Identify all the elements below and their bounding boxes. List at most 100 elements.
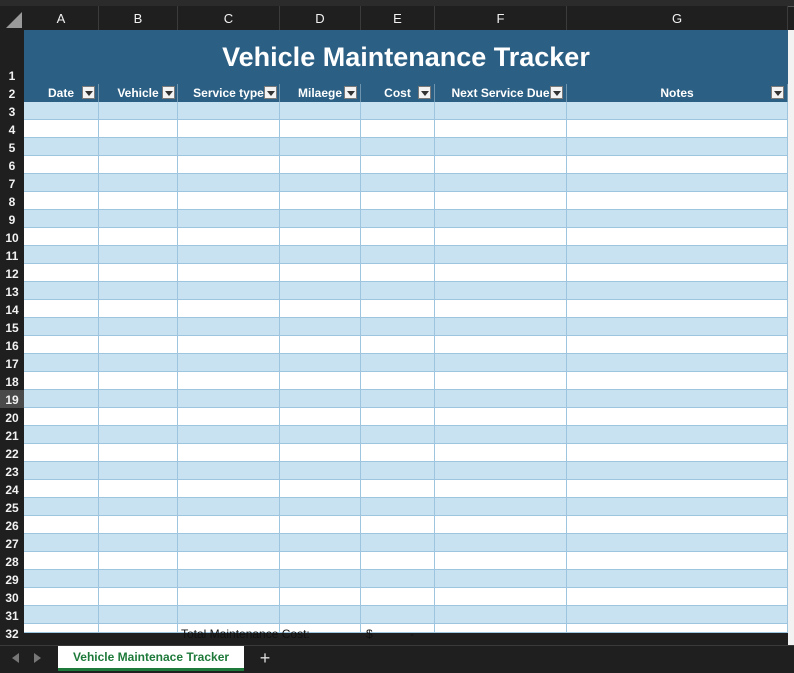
grid-cell[interactable]: [178, 588, 280, 606]
grid-cell[interactable]: [24, 606, 99, 624]
grid-cell[interactable]: [178, 210, 280, 228]
grid-cell[interactable]: [99, 174, 178, 192]
grid-cell[interactable]: [99, 282, 178, 300]
grid-cell[interactable]: [280, 354, 361, 372]
grid-cell[interactable]: [178, 444, 280, 462]
grid-cell[interactable]: [435, 480, 567, 498]
grid-cell[interactable]: [567, 282, 788, 300]
grid-cell[interactable]: [280, 480, 361, 498]
grid-cell[interactable]: [435, 534, 567, 552]
grid-cell[interactable]: [280, 192, 361, 210]
grid-cell[interactable]: [99, 210, 178, 228]
row-header[interactable]: 32: [0, 624, 24, 642]
grid-cell[interactable]: [361, 318, 435, 336]
grid-cell[interactable]: [567, 210, 788, 228]
grid-cell[interactable]: [99, 192, 178, 210]
grid-cell[interactable]: [435, 588, 567, 606]
grid-cell[interactable]: [435, 426, 567, 444]
grid-cell[interactable]: [24, 264, 99, 282]
grid-cell[interactable]: [361, 552, 435, 570]
grid-cell[interactable]: [567, 408, 788, 426]
row-header[interactable]: 24: [0, 480, 24, 498]
grid-cell[interactable]: [280, 498, 361, 516]
row-header[interactable]: 23: [0, 462, 24, 480]
grid-cell[interactable]: [361, 516, 435, 534]
grid-cell[interactable]: [99, 606, 178, 624]
grid-cell[interactable]: [435, 408, 567, 426]
grid-cell[interactable]: [24, 372, 99, 390]
grid-cell[interactable]: [435, 444, 567, 462]
scroll-left-icon[interactable]: [12, 653, 19, 663]
grid-cell[interactable]: [99, 534, 178, 552]
header-vehicle[interactable]: Vehicle: [99, 84, 178, 102]
grid-cell[interactable]: [361, 462, 435, 480]
grid-cell[interactable]: [99, 462, 178, 480]
filter-dropdown-icon[interactable]: [344, 86, 357, 99]
grid-cell[interactable]: [178, 282, 280, 300]
grid-cell[interactable]: [99, 120, 178, 138]
grid-cell[interactable]: [435, 354, 567, 372]
row-header[interactable]: 7: [0, 174, 24, 192]
grid-cell[interactable]: [435, 300, 567, 318]
grid-cell[interactable]: [178, 228, 280, 246]
grid-cell[interactable]: [280, 570, 361, 588]
row-header[interactable]: 17: [0, 354, 24, 372]
column-header-b[interactable]: B: [99, 6, 178, 30]
grid-cell[interactable]: [361, 408, 435, 426]
column-header-d[interactable]: D: [280, 6, 361, 30]
grid-cell[interactable]: [361, 300, 435, 318]
grid-cell[interactable]: [567, 462, 788, 480]
grid-cell[interactable]: [280, 138, 361, 156]
grid-cell[interactable]: [567, 138, 788, 156]
grid-cell[interactable]: [435, 102, 567, 120]
row-header[interactable]: 15: [0, 318, 24, 336]
grid-cell[interactable]: [99, 246, 178, 264]
filter-dropdown-icon[interactable]: [82, 86, 95, 99]
row-header[interactable]: 6: [0, 156, 24, 174]
grid-cell[interactable]: [567, 246, 788, 264]
grid-cell[interactable]: [24, 444, 99, 462]
grid-cell[interactable]: [280, 120, 361, 138]
header-mileage[interactable]: Milaege: [280, 84, 361, 102]
row-header[interactable]: 8: [0, 192, 24, 210]
grid-cell[interactable]: [178, 606, 280, 624]
column-header-a[interactable]: A: [24, 6, 99, 30]
grid-cell[interactable]: [435, 624, 567, 633]
grid-cell[interactable]: [361, 138, 435, 156]
grid-cell[interactable]: [435, 228, 567, 246]
grid-cell[interactable]: [178, 534, 280, 552]
row-header[interactable]: 1: [0, 30, 24, 84]
sheet-tab-active[interactable]: Vehicle Maintenace Tracker: [58, 646, 244, 671]
grid-cell[interactable]: [280, 300, 361, 318]
grid-cell[interactable]: [280, 174, 361, 192]
total-cost-label[interactable]: Total Maintenance Cost:: [181, 627, 310, 641]
row-header[interactable]: 31: [0, 606, 24, 624]
row-header[interactable]: 11: [0, 246, 24, 264]
grid-cell[interactable]: [361, 354, 435, 372]
grid-cell[interactable]: [435, 372, 567, 390]
grid-cell[interactable]: [24, 210, 99, 228]
grid-cell[interactable]: [24, 282, 99, 300]
grid-cell[interactable]: [280, 246, 361, 264]
total-currency[interactable]: $: [366, 627, 373, 641]
grid-cell[interactable]: [24, 318, 99, 336]
grid-cell[interactable]: [24, 354, 99, 372]
grid-cell[interactable]: [280, 372, 361, 390]
grid-cell[interactable]: [178, 138, 280, 156]
header-notes[interactable]: Notes: [567, 84, 788, 102]
grid-cell[interactable]: [99, 426, 178, 444]
grid-cell[interactable]: [178, 102, 280, 120]
grid-cell[interactable]: [280, 516, 361, 534]
grid-cell[interactable]: [99, 354, 178, 372]
row-header[interactable]: 12: [0, 264, 24, 282]
grid-cell[interactable]: [567, 480, 788, 498]
grid-cell[interactable]: [361, 498, 435, 516]
grid-cell[interactable]: [99, 480, 178, 498]
grid-cell[interactable]: [99, 552, 178, 570]
grid-cell[interactable]: [178, 174, 280, 192]
grid-cell[interactable]: [24, 192, 99, 210]
grid-cell[interactable]: [24, 408, 99, 426]
grid-cell[interactable]: [178, 246, 280, 264]
grid-cell[interactable]: [178, 408, 280, 426]
grid-cell[interactable]: [24, 156, 99, 174]
